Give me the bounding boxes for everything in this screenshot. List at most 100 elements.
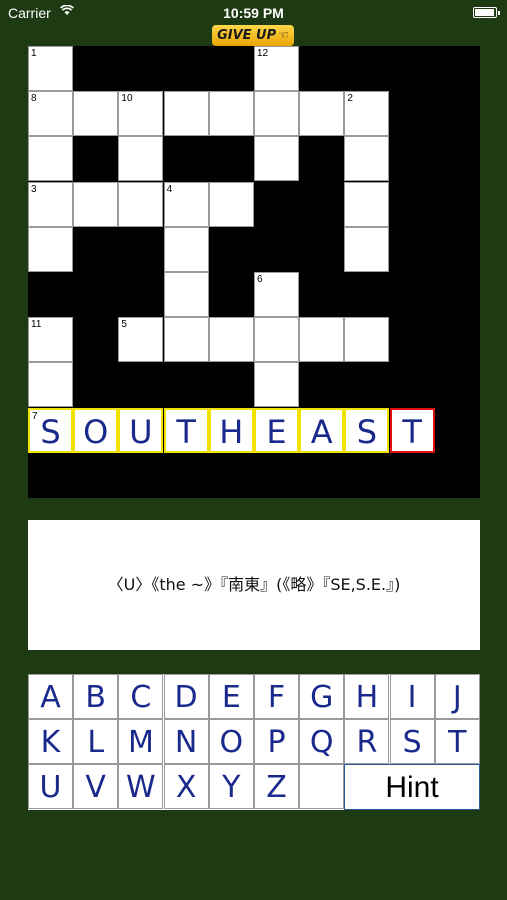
- pointing-hand-icon: ☜: [278, 28, 289, 42]
- key-r[interactable]: R: [344, 719, 390, 765]
- key-m[interactable]: M: [118, 719, 164, 765]
- cell-letter: T: [402, 412, 422, 451]
- crossword-cell[interactable]: [73, 91, 119, 137]
- crossword-cell[interactable]: 11: [28, 317, 73, 363]
- crossword-cell[interactable]: T: [389, 407, 435, 453]
- status-bar: Carrier 10:59 PM: [0, 0, 507, 26]
- crossword-cell[interactable]: [254, 317, 299, 363]
- crossword-cell[interactable]: [299, 91, 345, 137]
- cell-letter: E: [266, 412, 287, 451]
- cell-letter: O: [83, 412, 109, 451]
- crossword-cell[interactable]: O: [73, 407, 119, 453]
- crossword-cell[interactable]: [163, 272, 209, 317]
- clue-number: 11: [31, 319, 42, 331]
- crossword-cell[interactable]: [254, 91, 299, 137]
- crossword-cell[interactable]: 3: [28, 181, 73, 227]
- key-n[interactable]: N: [163, 719, 209, 765]
- crossword-cell[interactable]: 5: [118, 317, 164, 363]
- crossword-cell[interactable]: [299, 317, 345, 363]
- crossword-cell[interactable]: [344, 226, 390, 272]
- key-d[interactable]: D: [163, 674, 209, 719]
- clue-number: 10: [121, 93, 133, 105]
- cell-letter: S: [40, 412, 61, 451]
- crossword-cell[interactable]: 4: [163, 181, 209, 227]
- crossword-cell[interactable]: [344, 181, 390, 227]
- cell-letter: S: [356, 412, 378, 451]
- key-u[interactable]: U: [28, 764, 73, 810]
- key-i[interactable]: I: [389, 674, 435, 719]
- key-x[interactable]: X: [163, 764, 209, 810]
- crossword-cell[interactable]: 8: [28, 91, 73, 137]
- battery-icon: [473, 7, 500, 18]
- give-up-label: GIVE UP: [217, 28, 277, 43]
- status-time: 10:59 PM: [223, 5, 284, 21]
- key-q[interactable]: Q: [299, 719, 345, 765]
- key-g[interactable]: G: [299, 674, 345, 719]
- crossword-cell[interactable]: 10: [118, 91, 164, 137]
- crossword-cell[interactable]: 6: [254, 272, 299, 317]
- clue-number: 1: [31, 48, 37, 59]
- cell-letter: A: [310, 412, 333, 451]
- clue-number: 12: [257, 48, 269, 59]
- hint-button[interactable]: Hint: [344, 764, 480, 810]
- key-s[interactable]: S: [389, 719, 435, 765]
- crossword-cell[interactable]: [163, 226, 209, 272]
- key-z[interactable]: Z: [254, 764, 299, 810]
- key-f[interactable]: F: [254, 674, 299, 719]
- key-t[interactable]: T: [434, 719, 480, 765]
- crossword-cell[interactable]: [254, 136, 299, 182]
- crossword-cell[interactable]: H: [208, 407, 254, 453]
- crossword-cell[interactable]: 12: [254, 46, 299, 91]
- crossword-cell[interactable]: [163, 91, 209, 137]
- crossword-cell[interactable]: [118, 136, 164, 182]
- key-h[interactable]: H: [344, 674, 390, 719]
- blank-key: [299, 764, 345, 810]
- cell-letter: T: [176, 412, 196, 451]
- key-p[interactable]: P: [254, 719, 299, 765]
- key-w[interactable]: W: [118, 764, 164, 810]
- key-c[interactable]: C: [118, 674, 164, 719]
- crossword-cell[interactable]: S: [344, 407, 390, 453]
- key-b[interactable]: B: [73, 674, 119, 719]
- clue-number: 8: [31, 93, 37, 105]
- key-y[interactable]: Y: [208, 764, 254, 810]
- crossword-cell[interactable]: [344, 317, 390, 363]
- crossword-cell[interactable]: [163, 317, 209, 363]
- crossword-cell[interactable]: [118, 181, 164, 227]
- crossword-cell[interactable]: [208, 317, 254, 363]
- clue-number: 3: [31, 183, 37, 195]
- crossword-cell[interactable]: [254, 362, 299, 408]
- key-o[interactable]: O: [208, 719, 254, 765]
- key-l[interactable]: L: [73, 719, 119, 765]
- letter-keyboard: Hint ABCDEFGHIJ KLMNOPQRST UVWXYZ: [28, 674, 480, 810]
- crossword-cell[interactable]: [28, 362, 73, 408]
- crossword-cell[interactable]: T: [163, 407, 209, 453]
- crossword-cell[interactable]: E: [254, 407, 299, 453]
- crossword-cell[interactable]: [344, 136, 390, 182]
- clue-number: 4: [166, 183, 173, 195]
- key-j[interactable]: J: [434, 674, 480, 719]
- crossword-cell[interactable]: [208, 181, 254, 227]
- crossword-cell[interactable]: A: [299, 407, 345, 453]
- clue-panel: 〈U〉《the ~》『南東』(《略》『SE,S.E.』): [28, 520, 480, 650]
- crossword-cell[interactable]: [28, 226, 73, 272]
- crossword-board: 1 12 8 10 2 3 4 6 11 5 7 S O U T H E A S T: [28, 46, 480, 498]
- key-e[interactable]: E: [208, 674, 254, 719]
- key-k[interactable]: K: [28, 719, 73, 765]
- clue-number: 6: [257, 274, 263, 285]
- clue-number: 5: [121, 319, 127, 331]
- cell-letter: U: [129, 412, 153, 451]
- key-v[interactable]: V: [73, 764, 119, 810]
- crossword-cell[interactable]: 2: [344, 91, 390, 137]
- crossword-cell[interactable]: 1: [28, 46, 73, 91]
- clue-text: 〈U〉《the ~》『南東』(《略》『SE,S.E.』): [107, 575, 401, 594]
- crossword-cell[interactable]: [73, 181, 119, 227]
- key-a[interactable]: A: [28, 674, 73, 719]
- give-up-button[interactable]: GIVE UP ☜: [212, 25, 294, 46]
- crossword-cell[interactable]: 7S: [28, 407, 73, 453]
- crossword-cell[interactable]: U: [118, 407, 164, 453]
- crossword-cell[interactable]: [208, 91, 254, 137]
- crossword-cell[interactable]: [28, 136, 73, 182]
- cell-letter: H: [219, 412, 244, 451]
- clue-number: 2: [347, 93, 353, 105]
